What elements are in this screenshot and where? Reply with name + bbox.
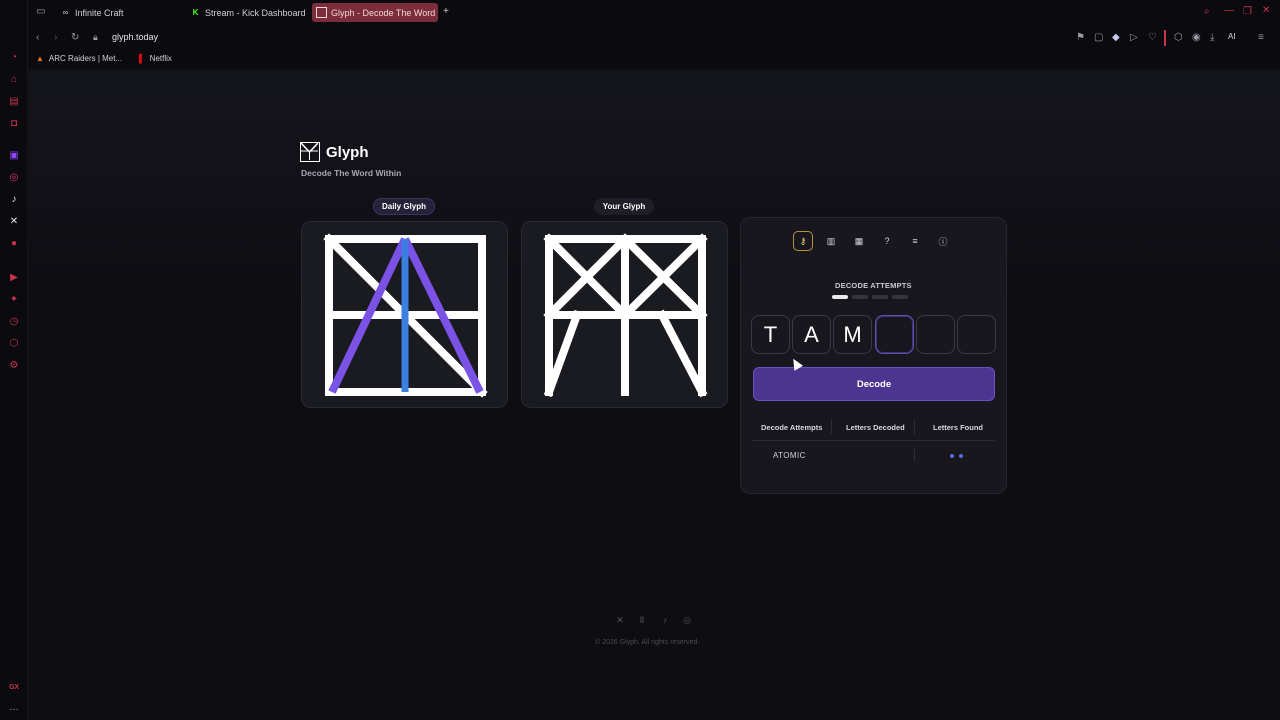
daily-glyph-drawing (323, 233, 488, 398)
ai-button[interactable]: AI (1228, 32, 1236, 41)
tiktok-social-icon[interactable]: ♪ (659, 614, 671, 626)
found-letter-dot (959, 454, 963, 458)
forward-icon[interactable]: › (54, 32, 57, 43)
header-letters-decoded: Letters Decoded (846, 423, 905, 432)
infinity-icon: ∞ (62, 8, 69, 17)
more-icon[interactable]: … (7, 700, 21, 714)
arc-raiders-icon: ▲ (36, 54, 44, 63)
header-letters-found: Letters Found (933, 423, 983, 432)
letter-slot-2[interactable]: A (792, 315, 831, 354)
reload-icon[interactable]: ↻ (71, 32, 79, 43)
letter-slot-6[interactable] (957, 315, 996, 354)
address-bar: ‹ › ↻ 🔒︎ glyph.today ⚑ ▢ ◆ ▷ ♡ ⬡ ◉ ⤓ AI … (28, 24, 1280, 52)
gx-label[interactable]: GX (7, 680, 21, 694)
page-subtitle: Decode The Word Within (301, 168, 402, 178)
workspaces-icon[interactable]: ▭ (36, 6, 45, 17)
settings-icon[interactable]: ⚙ (7, 358, 21, 372)
attempt-indicator (852, 295, 868, 299)
instagram-social-icon[interactable]: ◎ (681, 614, 693, 626)
x-icon[interactable]: ✕ (7, 214, 21, 228)
bookmark-netflix[interactable]: ▌ Netflix (139, 54, 172, 63)
messenger-icon[interactable]: ◘ (7, 116, 21, 130)
tab-infinite-craft[interactable]: ∞ Infinite Craft (56, 3, 180, 22)
gx-corner-icon[interactable]: ▤ (7, 94, 21, 108)
profile-icon[interactable]: ◉ (1192, 32, 1201, 43)
new-tab-button[interactable]: + (443, 6, 449, 17)
restore-icon[interactable]: ❐ (1243, 6, 1252, 17)
tab-bar: ▭ ∞ Infinite Craft K Stream - Kick Dashb… (0, 0, 1280, 24)
lock-icon: 🔒︎ (93, 32, 98, 42)
key-icon[interactable]: ⚷ (793, 231, 813, 251)
history-word: ATOMIC (773, 451, 806, 460)
divider (831, 420, 832, 434)
instagram-icon[interactable]: ◎ (7, 170, 21, 184)
letter-slot-5[interactable] (916, 315, 955, 354)
close-icon[interactable]: ✕ (1262, 5, 1270, 16)
snapshot-icon[interactable]: ▢ (1094, 32, 1103, 43)
tab-kick-dashboard[interactable]: K Stream - Kick Dashboard (186, 3, 306, 22)
pin-icon[interactable]: ✦ (7, 292, 21, 306)
tab-glyph[interactable]: Glyph - Decode The Word (312, 3, 438, 22)
header-decode-attempts: Decode Attempts (761, 423, 823, 432)
decode-attempts-heading: DECODE ATTEMPTS (835, 281, 912, 290)
sidebar: ◔ ⌂ ▤ ◘ ▣ ◎ ♪ ✕ ● ▶ ✦ ◷ ⬡ ⚙ GX … (0, 0, 28, 720)
menu-icon[interactable]: ≡ (1258, 32, 1264, 43)
tiktok-icon[interactable]: ♪ (7, 192, 21, 206)
daily-glyph-pill: Daily Glyph (373, 198, 435, 215)
bookmark-icon[interactable]: ⚑ (1076, 32, 1085, 43)
attempt-indicator (832, 295, 848, 299)
search-tabs-icon[interactable]: ⌕ (1204, 6, 1210, 17)
your-glyph-drawing (543, 233, 708, 398)
bookmarks-bar: ▲ ARC Raiders | Met... ▌ Netflix (28, 52, 1280, 70)
heart-icon[interactable]: ♡ (1148, 32, 1157, 43)
back-icon[interactable]: ‹ (36, 32, 39, 43)
letter-slot-3[interactable]: M (833, 315, 872, 354)
glyph-logo-icon (300, 142, 320, 162)
kick-k-icon: K (192, 8, 199, 17)
shield-icon[interactable]: ◆ (1112, 32, 1120, 43)
attempt-indicator (872, 295, 888, 299)
separator (1164, 30, 1166, 46)
found-letter-dot (950, 454, 954, 458)
aria-icon[interactable]: ⌂ (7, 72, 21, 86)
minimize-icon[interactable]: — (1224, 5, 1234, 16)
browser-window: ▭ ∞ Infinite Craft K Stream - Kick Dashb… (0, 0, 1280, 720)
play-icon[interactable]: ▷ (1130, 32, 1138, 43)
letter-slot-1[interactable]: T (751, 315, 790, 354)
divider (914, 448, 915, 462)
info-icon[interactable]: ⓘ (933, 231, 953, 251)
help-icon[interactable]: ? (877, 231, 897, 251)
extensions-icon[interactable]: ⬡ (1174, 32, 1183, 43)
twitch-icon[interactable]: ▣ (7, 148, 21, 162)
decode-button[interactable]: Decode (753, 367, 995, 401)
netflix-icon: ▌ (139, 54, 145, 63)
player-icon[interactable]: ▶ (7, 270, 21, 284)
x-social-icon[interactable]: ✕ (614, 614, 626, 626)
page-title: Glyph (326, 144, 369, 161)
bookmark-arc-raiders[interactable]: ▲ ARC Raiders | Met... (36, 54, 122, 63)
menu-lines-icon[interactable]: ≡ (905, 231, 925, 251)
glyph-logo-icon (316, 7, 327, 18)
url-field[interactable]: glyph.today (112, 32, 158, 42)
calendar-icon[interactable]: ▦ (849, 231, 869, 251)
extensions-sidebar-icon[interactable]: ⬡ (7, 336, 21, 350)
record-icon[interactable]: ● (7, 236, 21, 250)
attempt-indicator (892, 295, 908, 299)
your-glyph-pill: Your Glyph (594, 198, 654, 215)
stats-icon[interactable]: ▥ (821, 231, 841, 251)
download-icon[interactable]: ⤓ (1210, 32, 1214, 43)
bluesky-icon[interactable]: ʬ (636, 614, 648, 626)
letter-slot-4[interactable] (875, 315, 914, 354)
divider (914, 420, 915, 434)
your-glyph-card (521, 221, 728, 408)
divider (753, 440, 995, 441)
copyright: © 2026 Glyph. All rights reserved. (595, 639, 700, 646)
daily-glyph-card (301, 221, 508, 408)
speed-dial-icon[interactable]: ◔ (7, 50, 21, 64)
history-icon[interactable]: ◷ (7, 314, 21, 328)
